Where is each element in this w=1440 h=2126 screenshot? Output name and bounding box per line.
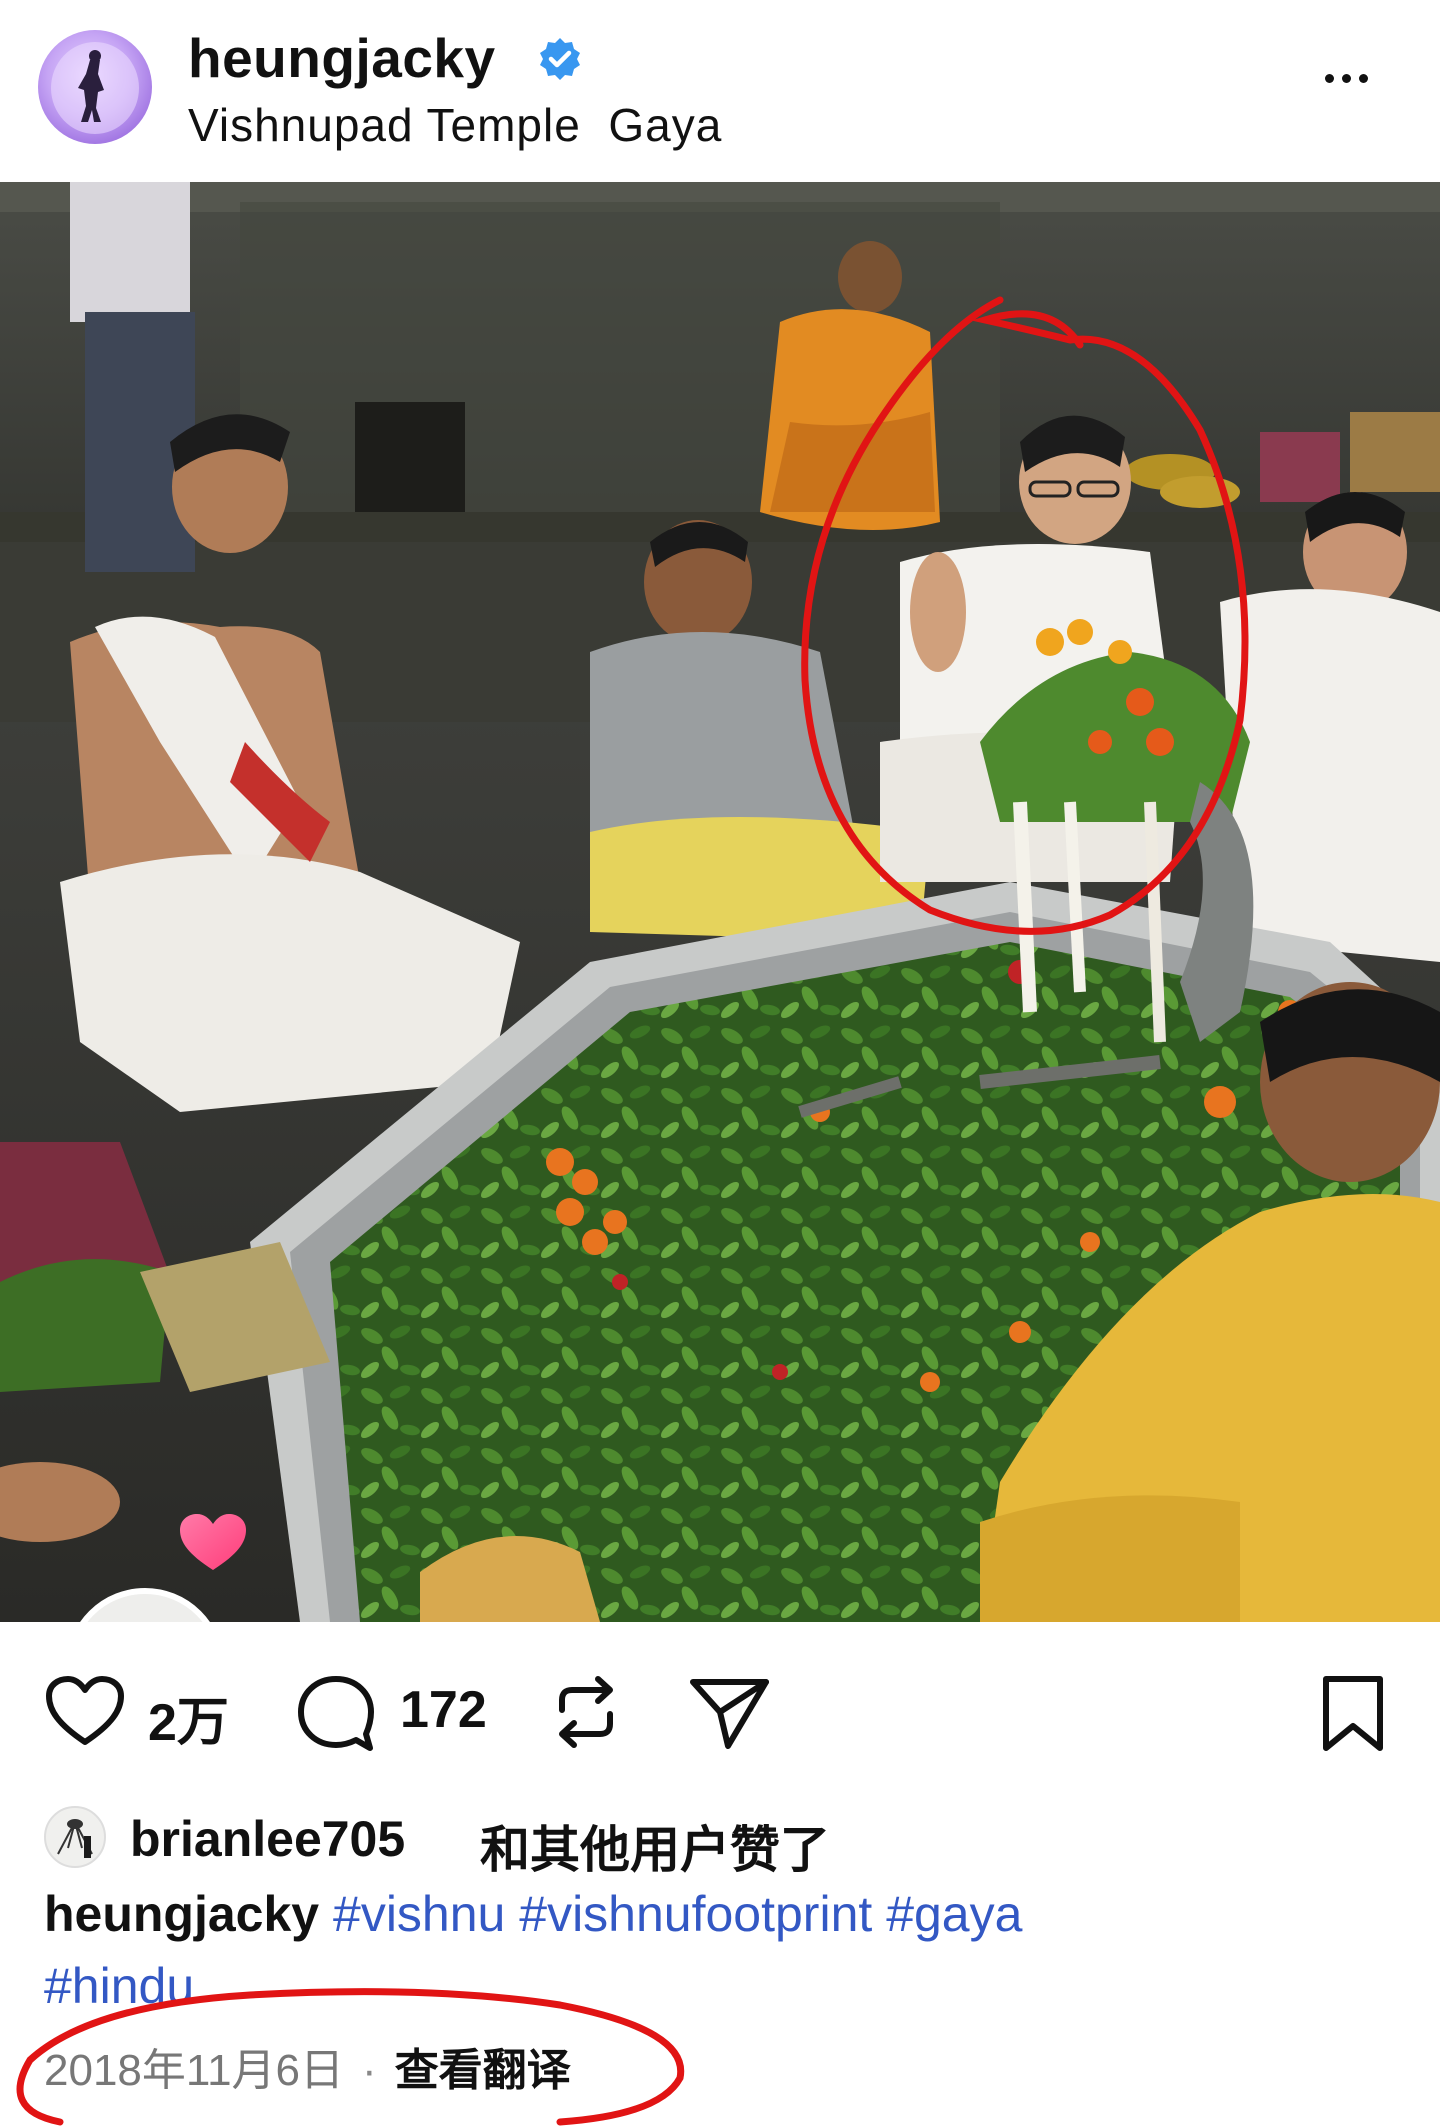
- post-photo[interactable]: [0, 182, 1440, 1622]
- post-date-row: 2018年11月6日 · 查看翻译: [44, 2034, 571, 2095]
- post-caption: heungjacky #vishnu #vishnufootprint #gay…: [44, 1878, 1384, 2022]
- like-button[interactable]: 2万: [44, 1660, 254, 1760]
- liker-avatar[interactable]: [44, 1806, 106, 1868]
- post-date: 2018年11月6日: [44, 2046, 345, 2095]
- repost-button[interactable]: [550, 1660, 630, 1760]
- verified-badge-icon: [537, 36, 583, 82]
- temple-ritual-photo: [0, 182, 1440, 1622]
- separator-dot: ·: [362, 2046, 377, 2095]
- hashtag-link[interactable]: #vishnufootprint: [519, 1886, 872, 1942]
- save-button[interactable]: [1318, 1660, 1398, 1760]
- heart-sticker-icon: [178, 1512, 248, 1574]
- bookmark-icon: [1323, 1676, 1383, 1751]
- repost-icon: [559, 1676, 613, 1748]
- caption-author[interactable]: heungjacky: [44, 1886, 319, 1942]
- post-actions-bar: 2万 172: [0, 1660, 1440, 1760]
- post-location[interactable]: Vishnupad Temple Gaya: [188, 98, 722, 152]
- heart-icon: [46, 1676, 124, 1745]
- tagged-user-badge[interactable]: [66, 1588, 224, 1622]
- translate-link[interactable]: 查看翻译: [395, 2046, 571, 2095]
- hashtag-link[interactable]: #hindu: [44, 1958, 194, 2014]
- more-options-icon[interactable]: [1325, 70, 1389, 100]
- post-author-username[interactable]: heungjacky: [188, 26, 496, 90]
- hashtag-link[interactable]: #gaya: [886, 1886, 1022, 1942]
- hashtag-link[interactable]: #vishnu: [333, 1886, 505, 1942]
- comment-count[interactable]: 172: [400, 1680, 487, 1740]
- user-avatar[interactable]: [38, 30, 152, 144]
- send-icon: [690, 1679, 769, 1749]
- share-button[interactable]: [688, 1660, 778, 1760]
- liked-by-suffix[interactable]: 和其他用户赞了: [480, 1810, 830, 1882]
- comment-button[interactable]: 172: [296, 1660, 526, 1760]
- post-header: heungjacky Vishnupad Temple Gaya: [0, 0, 1440, 182]
- like-count[interactable]: 2万: [148, 1680, 229, 1755]
- liker-username[interactable]: brianlee705: [130, 1810, 405, 1868]
- comment-bubble-icon: [298, 1676, 374, 1751]
